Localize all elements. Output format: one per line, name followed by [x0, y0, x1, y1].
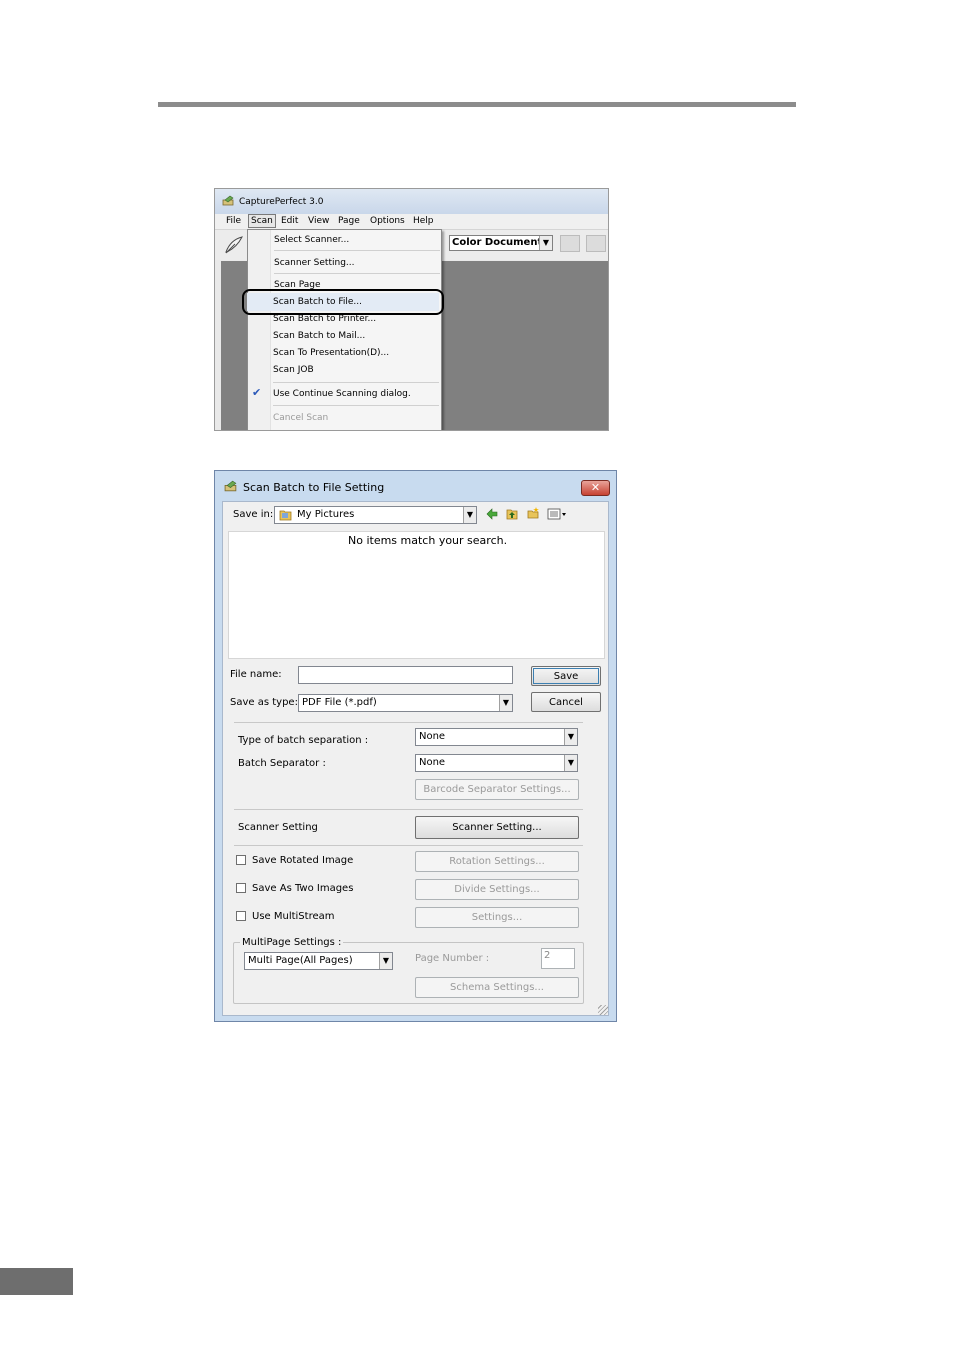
separator	[234, 845, 583, 846]
scan-batch-to-file-dialog: Scan Batch to File Setting ✕ Save in: My…	[214, 470, 617, 1022]
menu-separator	[274, 273, 440, 274]
chevron-down-icon[interactable]: ▼	[463, 507, 476, 523]
save-in-select[interactable]: My Pictures ▼	[274, 506, 477, 524]
multistream-settings-button[interactable]: Settings...	[415, 907, 579, 928]
menu-item-scan-batch-to-printer[interactable]: Scan Batch to Printer...	[273, 313, 376, 325]
folder-icon	[279, 510, 292, 521]
menu-item-scan-to-presentation[interactable]: Scan To Presentation(D)...	[273, 347, 389, 359]
page-header-rule	[158, 102, 796, 107]
scanner-setting-label: Scanner Setting	[238, 822, 318, 833]
batch-separation-value: None	[419, 731, 446, 742]
menu-view[interactable]: View	[308, 215, 329, 227]
file-list-view[interactable]: No items match your search.	[228, 531, 605, 659]
up-folder-icon[interactable]	[506, 508, 518, 520]
use-multistream-label: Use MultiStream	[252, 911, 335, 922]
color-mode-select[interactable]: Color Document ▼	[449, 235, 553, 251]
separator	[234, 809, 583, 810]
batch-separator-value: None	[419, 757, 446, 768]
captureperfect-app-icon	[222, 195, 234, 206]
chevron-down-icon[interactable]: ▼	[564, 755, 577, 771]
scan-feather-icon[interactable]	[223, 235, 245, 255]
color-mode-value: Color Document	[452, 237, 543, 248]
chevron-down-icon[interactable]: ▼	[564, 729, 577, 745]
menu-bar: File Scan Edit View Page Options Help	[215, 214, 608, 230]
save-rotated-label: Save Rotated Image	[252, 855, 354, 866]
back-arrow-icon[interactable]	[486, 508, 498, 520]
close-icon: ✕	[590, 481, 601, 494]
file-name-label: File name:	[230, 669, 282, 680]
dialog-client-area: Save in: My Pictures ▼ No items match yo…	[222, 501, 609, 1016]
new-folder-icon[interactable]	[527, 507, 539, 519]
toolbar-button-disabled[interactable]	[586, 235, 606, 252]
scanner-setting-button[interactable]: Scanner Setting...	[415, 816, 579, 839]
callout-highlight-ring	[242, 289, 444, 315]
file-name-input[interactable]	[298, 666, 513, 684]
close-button[interactable]: ✕	[581, 480, 610, 496]
menu-separator	[274, 250, 440, 251]
save-rotated-checkbox[interactable]	[236, 855, 246, 865]
save-as-two-images-checkbox[interactable]	[236, 883, 246, 893]
cancel-button[interactable]: Cancel	[531, 692, 601, 712]
empty-list-message: No items match your search.	[348, 534, 508, 547]
window-title: CapturePerfect 3.0	[239, 197, 324, 207]
chevron-down-icon[interactable]: ▼	[379, 953, 392, 969]
save-button[interactable]: Save	[531, 666, 601, 686]
save-in-value: My Pictures	[297, 509, 355, 520]
menu-edit[interactable]: Edit	[281, 215, 298, 227]
multipage-settings-label: MultiPage Settings :	[240, 937, 344, 948]
captureperfect-window: CapturePerfect 3.0 File Scan Edit View P…	[214, 188, 609, 431]
rotation-settings-button[interactable]: Rotation Settings...	[415, 851, 579, 872]
menu-separator	[273, 405, 439, 406]
barcode-separator-settings-button[interactable]: Barcode Separator Settings...	[415, 779, 579, 800]
toolbar-button-disabled[interactable]	[560, 235, 580, 252]
separator	[234, 722, 583, 723]
save-as-type-label: Save as type:	[230, 697, 298, 708]
schema-settings-button[interactable]: Schema Settings...	[415, 977, 579, 998]
menu-scan[interactable]: Scan	[248, 214, 276, 228]
menu-item-scanner-setting[interactable]: Scanner Setting...	[274, 257, 355, 269]
menu-options[interactable]: Options	[370, 215, 405, 227]
menu-item-scan-batch-to-mail[interactable]: Scan Batch to Mail...	[273, 330, 365, 342]
multipage-select[interactable]: Multi Page(All Pages) ▼	[244, 952, 393, 970]
batch-separation-label: Type of batch separation :	[238, 735, 369, 746]
menu-separator	[273, 382, 439, 383]
check-icon: ✔	[252, 386, 262, 399]
menu-page[interactable]: Page	[338, 215, 360, 227]
batch-separator-select[interactable]: None ▼	[415, 754, 578, 772]
divide-settings-button[interactable]: Divide Settings...	[415, 879, 579, 900]
batch-separator-label: Batch Separator :	[238, 758, 326, 769]
menu-file[interactable]: File	[226, 215, 241, 227]
menu-item-use-continue-scanning[interactable]: Use Continue Scanning dialog.	[273, 388, 411, 400]
page-number-label: Page Number :	[415, 953, 490, 964]
save-in-label: Save in:	[233, 509, 274, 520]
multipage-value: Multi Page(All Pages)	[248, 955, 353, 966]
page-number-input[interactable]: 2	[541, 948, 575, 969]
resize-grip-icon[interactable]	[598, 1005, 608, 1015]
menu-item-cancel-scan[interactable]: Cancel Scan	[273, 412, 328, 424]
save-as-type-select[interactable]: PDF File (*.pdf) ▼	[298, 694, 513, 712]
dialog-title: Scan Batch to File Setting	[243, 481, 385, 494]
menu-item-select-scanner[interactable]: Select Scanner...	[274, 234, 349, 246]
use-multistream-checkbox[interactable]	[236, 911, 246, 921]
save-as-two-images-label: Save As Two Images	[252, 883, 354, 894]
title-bar: CapturePerfect 3.0	[215, 189, 608, 214]
captureperfect-app-icon	[224, 480, 237, 492]
menu-item-scan-job[interactable]: Scan JOB	[273, 364, 314, 376]
menu-check-column	[248, 230, 271, 430]
batch-separation-select[interactable]: None ▼	[415, 728, 578, 746]
menu-help[interactable]: Help	[413, 215, 434, 227]
chevron-down-icon[interactable]: ▼	[539, 236, 552, 250]
chevron-down-icon[interactable]: ▼	[499, 695, 512, 711]
view-menu-icon[interactable]	[547, 508, 569, 520]
save-as-type-value: PDF File (*.pdf)	[302, 697, 377, 708]
page-footer-tab	[0, 1268, 73, 1295]
